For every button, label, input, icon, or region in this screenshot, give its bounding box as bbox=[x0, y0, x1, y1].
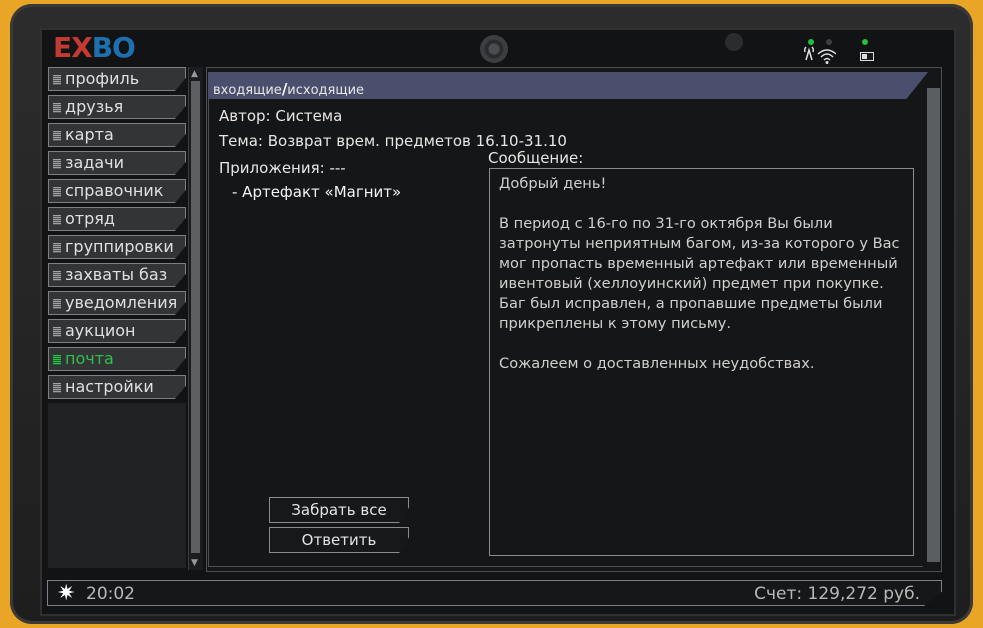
exbo-logo: EXBO bbox=[53, 31, 136, 64]
led-indicator-icon bbox=[826, 39, 832, 45]
sidebar-item-base-captures[interactable]: захваты баз bbox=[48, 263, 186, 287]
message-paragraph: Сожалеем о доставленных неудобствах. bbox=[499, 355, 815, 372]
sidebar-item-label: уведомления bbox=[65, 293, 178, 312]
bullet-icon bbox=[53, 271, 61, 281]
message-body: Добрый день! В период с 16-го по 31-го о… bbox=[489, 168, 914, 556]
reply-button[interactable]: Ответить bbox=[269, 527, 409, 553]
sidebar-item-notifications[interactable]: уведомления bbox=[48, 291, 186, 315]
sidebar-item-squad[interactable]: отряд bbox=[48, 207, 186, 231]
sidebar-item-label: профиль bbox=[65, 69, 140, 88]
sidebar-item-tasks[interactable]: задачи bbox=[48, 151, 186, 175]
camera-icon bbox=[480, 35, 508, 63]
bullet-icon bbox=[53, 159, 61, 169]
scroll-up-icon[interactable]: ▲ bbox=[191, 69, 198, 79]
sidebar-item-label: справочник bbox=[65, 181, 164, 200]
message-label: Сообщение: bbox=[488, 149, 584, 167]
sidebar-item-settings[interactable]: настройки bbox=[48, 375, 186, 399]
scrollbar-thumb[interactable] bbox=[191, 81, 200, 553]
sidebar-item-mail[interactable]: почта bbox=[48, 347, 186, 371]
message-paragraph: В период с 16-го по 31-го октября Вы был… bbox=[499, 215, 900, 332]
attachments-label: Приложения: --- bbox=[219, 159, 346, 177]
bullet-icon bbox=[53, 187, 61, 197]
bullet-icon bbox=[53, 75, 61, 85]
mail-subject: Тема: Возврат врем. предметов 16.10-31.1… bbox=[219, 132, 567, 150]
content-scrollbar[interactable] bbox=[927, 88, 940, 562]
bullet-icon bbox=[53, 215, 61, 225]
sidebar-item-label: группировки bbox=[65, 237, 174, 256]
bullet-icon bbox=[53, 131, 61, 141]
sidebar-item-label: настройки bbox=[65, 377, 154, 396]
battery-icon bbox=[860, 52, 874, 61]
account-balance: Счет: 129,272 руб. bbox=[754, 584, 920, 604]
bullet-icon bbox=[53, 355, 61, 365]
sidebar-item-map[interactable]: карта bbox=[48, 123, 186, 147]
sidebar-scrollbar[interactable]: ▲ ▼ bbox=[188, 67, 203, 570]
sidebar-item-label: друзья bbox=[65, 97, 124, 116]
sidebar-item-label: отряд bbox=[65, 209, 115, 228]
sidebar-empty-area bbox=[48, 403, 186, 568]
bullet-icon bbox=[53, 243, 61, 253]
scroll-down-icon[interactable]: ▼ bbox=[191, 558, 198, 568]
tab-outbox[interactable]: исходящие bbox=[287, 83, 364, 98]
sidebar-item-auction[interactable]: аукцион bbox=[48, 319, 186, 343]
bullet-icon bbox=[53, 327, 61, 337]
sidebar-item-label: карта bbox=[65, 125, 114, 144]
sidebar-item-label: аукцион bbox=[65, 321, 136, 340]
clock-time: 20:02 bbox=[86, 584, 135, 604]
sun-icon: ✷ bbox=[57, 581, 76, 606]
sidebar-item-factions[interactable]: группировки bbox=[48, 235, 186, 259]
tab-inbox[interactable]: входящие bbox=[213, 83, 282, 98]
led-indicator-icon bbox=[808, 39, 814, 45]
sensor-icon bbox=[725, 33, 743, 51]
led-indicator-icon bbox=[862, 39, 868, 45]
bullet-icon bbox=[53, 299, 61, 309]
sidebar-item-handbook[interactable]: справочник bbox=[48, 179, 186, 203]
mail-tabs: входящие/исходящие bbox=[208, 72, 928, 99]
mail-author: Автор: Система bbox=[219, 107, 343, 125]
wifi-icon bbox=[802, 46, 837, 68]
attachment-item[interactable]: - Артефакт «Магнит» bbox=[232, 183, 401, 201]
sidebar-item-profile[interactable]: профиль bbox=[48, 67, 186, 91]
take-all-button[interactable]: Забрать все bbox=[269, 497, 409, 523]
sidebar-item-friends[interactable]: друзья bbox=[48, 95, 186, 119]
sidebar-nav: профиль друзья карта задачи справочник о… bbox=[48, 67, 186, 403]
message-paragraph: Добрый день! bbox=[499, 175, 607, 192]
bullet-icon bbox=[53, 103, 61, 113]
bullet-icon bbox=[53, 383, 61, 393]
sidebar-item-label: задачи bbox=[65, 153, 125, 172]
sidebar-item-label: захваты баз bbox=[65, 265, 168, 284]
sidebar-item-label: почта bbox=[65, 349, 114, 368]
